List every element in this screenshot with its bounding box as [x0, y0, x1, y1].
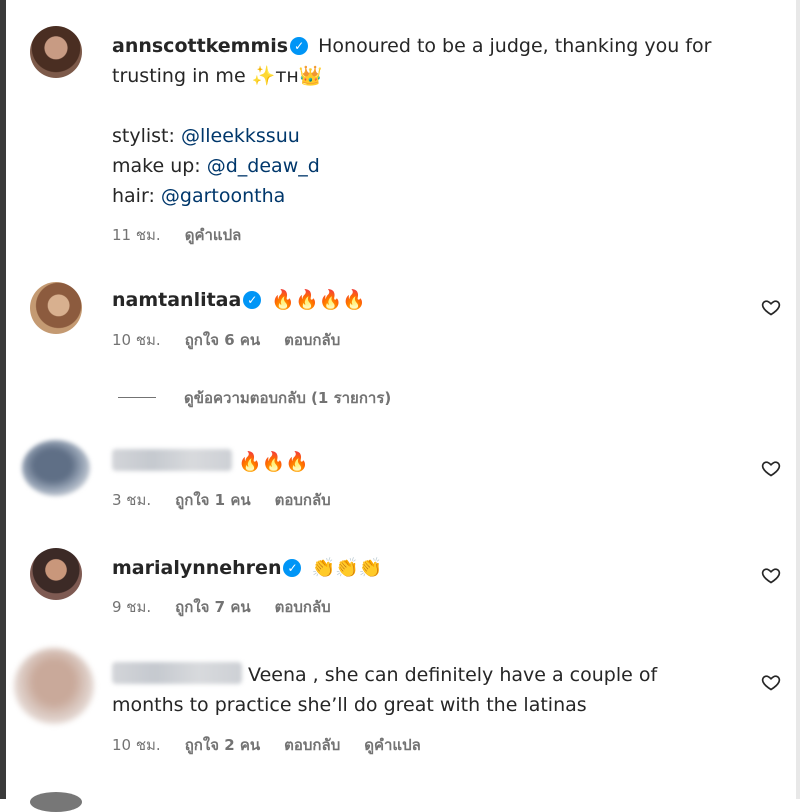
avatar-annscottkemmis[interactable] — [30, 26, 82, 78]
heart-outline-icon[interactable] — [761, 672, 781, 692]
blurred-username — [112, 449, 232, 471]
caption-line-1: annscottkemmis ✓ Honoured to be a judge, … — [112, 31, 711, 61]
comment-time[interactable]: 3 ชม. — [112, 491, 151, 509]
caption-username[interactable]: annscottkemmis — [112, 35, 288, 57]
scrollbar-track[interactable] — [796, 0, 800, 799]
comment-4-meta: 10 ชม. ถูกใจ 2 คน ตอบกลับ ดูคำแปล — [112, 735, 445, 755]
comment-time[interactable]: 9 ชม. — [112, 598, 151, 616]
view-replies-label: ดูข้อความตอบกลับ (1 รายการ) — [184, 389, 392, 407]
avatar-blurred[interactable] — [22, 440, 90, 496]
credit-label: hair: — [112, 185, 161, 207]
avatar-blurred[interactable] — [14, 648, 94, 724]
comment-1-meta: 10 ชม. ถูกใจ 6 คน ตอบกลับ — [112, 330, 364, 350]
heart-outline-icon[interactable] — [761, 297, 781, 317]
comment-4-line-2: months to practice she’ll do great with … — [112, 690, 587, 720]
comment-4-line-1: Veena , she can definitely have a couple… — [112, 660, 657, 690]
mention-link[interactable]: @lleekkssuu — [181, 125, 300, 147]
mention-link[interactable]: @d_deaw_d — [207, 155, 320, 177]
likes-count[interactable]: ถูกใจ 6 คน — [185, 331, 260, 349]
reply-button[interactable]: ตอบกลับ — [275, 491, 331, 509]
comment-username[interactable]: marialynnehren — [112, 557, 281, 579]
likes-count[interactable]: ถูกใจ 1 คน — [175, 491, 250, 509]
blurred-username — [112, 662, 242, 684]
heart-outline-icon[interactable] — [761, 565, 781, 585]
caption-text-2: trusting in me — [112, 65, 246, 87]
comment-3-meta: 9 ชม. ถูกใจ 7 คน ตอบกลับ — [112, 597, 355, 617]
likes-count[interactable]: ถูกใจ 7 คน — [175, 598, 250, 616]
heart-outline-icon[interactable] — [761, 458, 781, 478]
comment-text: 🔥🔥🔥🔥 — [271, 289, 367, 311]
reply-button[interactable]: ตอบกลับ — [284, 331, 340, 349]
caption-time[interactable]: 11 ชม. — [112, 226, 161, 244]
avatar-marialynnehren[interactable] — [30, 548, 82, 600]
translate-link[interactable]: ดูคำแปล — [364, 736, 421, 754]
comment-text-2: months to practice she’ll do great with … — [112, 694, 587, 716]
comment-2: 🔥🔥🔥 — [112, 447, 309, 477]
comment-username[interactable]: namtanlitaa — [112, 289, 241, 311]
window-left-edge — [0, 0, 6, 799]
likes-count[interactable]: ถูกใจ 2 คน — [185, 736, 260, 754]
comment-time[interactable]: 10 ชม. — [112, 736, 161, 754]
translate-link[interactable]: ดูคำแปล — [185, 226, 242, 244]
avatar-namtanlitaa[interactable] — [30, 282, 82, 334]
caption-emojis: ✨ᴛʜ👑 — [251, 65, 323, 87]
comment-1: namtanlitaa ✓ 🔥🔥🔥🔥 — [112, 285, 366, 315]
comment-3: marialynnehren ✓ 👏👏👏 — [112, 553, 383, 583]
caption-meta: 11 ชม. ดูคำแปล — [112, 225, 265, 245]
caption-line-2: trusting in me ✨ᴛʜ👑 — [112, 61, 323, 91]
reply-button[interactable]: ตอบกลับ — [284, 736, 340, 754]
reply-button[interactable]: ตอบกลับ — [275, 598, 331, 616]
credit-hair: hair: @gartoontha — [112, 181, 285, 211]
mention-link[interactable]: @gartoontha — [161, 185, 285, 207]
credit-stylist: stylist: @lleekkssuu — [112, 121, 300, 151]
comment-time[interactable]: 10 ชม. — [112, 331, 161, 349]
caption-text-1: Honoured to be a judge, thanking you for — [318, 35, 712, 57]
verified-badge-icon: ✓ — [243, 291, 262, 309]
credit-label: make up: — [112, 155, 207, 177]
replies-divider — [118, 397, 156, 398]
comment-text: 👏👏👏 — [311, 557, 383, 579]
comment-text: 🔥🔥🔥 — [238, 451, 310, 473]
verified-badge-icon: ✓ — [290, 37, 309, 55]
credit-label: stylist: — [112, 125, 181, 147]
verified-badge-icon: ✓ — [283, 559, 302, 577]
comment-text-1: Veena , she can definitely have a couple… — [248, 664, 658, 686]
view-replies-button[interactable]: ดูข้อความตอบกลับ (1 รายการ) — [118, 386, 391, 410]
credit-makeup: make up: @d_deaw_d — [112, 151, 320, 181]
comment-2-meta: 3 ชม. ถูกใจ 1 คน ตอบกลับ — [112, 490, 355, 510]
avatar-next-comment[interactable] — [30, 792, 82, 812]
